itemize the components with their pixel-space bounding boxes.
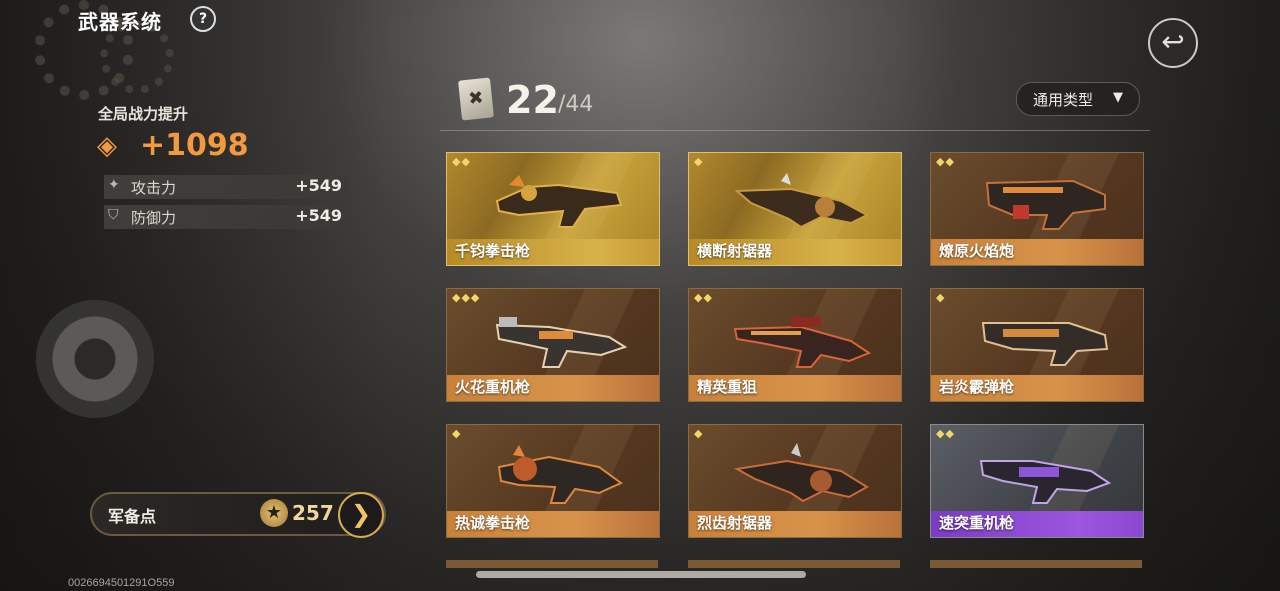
type-filter-dropdown[interactable]: 通用类型 ▼	[1016, 82, 1140, 116]
weapon-card[interactable]: ◆◆◆ 火花重机枪	[446, 288, 660, 402]
star-rating: ◆◆	[936, 155, 955, 168]
weapon-image	[985, 179, 1106, 230]
weapon-image	[979, 460, 1112, 504]
reserve-open-button[interactable]: ❯	[338, 492, 384, 538]
weapon-image	[981, 322, 1109, 366]
weapon-image	[497, 445, 623, 504]
weapon-card[interactable]: ◆◆ 速突重机枪	[930, 424, 1144, 538]
back-button[interactable]: ↩	[1148, 18, 1198, 68]
help-button[interactable]: ?	[190, 6, 216, 32]
header: 武器系统 ?	[0, 0, 300, 40]
attack-label: 攻击力	[131, 179, 177, 197]
weapon-name: 岩炎霰弹枪	[939, 378, 1015, 396]
weapon-image	[734, 173, 870, 229]
star-rating: ◆◆	[936, 427, 955, 440]
gun-icon: ✦	[108, 177, 120, 193]
reserve-points-panel: 军备点 ★ 257 ❯	[90, 492, 386, 538]
page-title: 武器系统	[78, 10, 162, 34]
attack-stat-row: ✦ 攻击力 +549	[104, 175, 350, 199]
weapon-card[interactable]: ◆◆ 千钧拳击枪	[446, 152, 660, 266]
power-emblem-icon: ◈	[97, 131, 117, 161]
filter-label: 通用类型	[1033, 91, 1094, 109]
weapon-card-icon: ✖	[457, 77, 495, 121]
weapon-card[interactable]: ◆ 热诚拳击枪	[446, 424, 660, 538]
global-boost-label: 全局战力提升	[98, 105, 189, 123]
weapon-card[interactable]: ◆ 岩炎霰弹枪	[930, 288, 1144, 402]
shield-icon: ⛉	[108, 207, 119, 223]
weapon-card-partial	[688, 560, 900, 568]
star-rating: ◆	[694, 427, 704, 440]
weapon-grid: ◆◆ 千钧拳击枪 ◆ 横断射锯器 ◆◆ 燎原火焰炮 ◆◆◆ 火花重机枪 ◆◆ 精…	[446, 152, 1146, 582]
star-rating: ◆◆◆	[452, 291, 481, 304]
weapon-name: 热诚拳击枪	[455, 514, 531, 532]
weapon-card[interactable]: ◆ 烈齿射锯器	[688, 424, 902, 538]
defense-label: 防御力	[131, 209, 177, 227]
weapon-image	[495, 317, 628, 368]
weapon-image	[495, 175, 623, 228]
scrollbar[interactable]	[476, 571, 806, 578]
star-rating: ◆	[936, 291, 946, 304]
weapon-card[interactable]: ◆ 横断射锯器	[688, 152, 902, 266]
divider	[440, 130, 1150, 131]
weapon-image	[733, 317, 871, 368]
weapon-name: 精英重狙	[697, 378, 758, 396]
weapon-name: 烈齿射锯器	[697, 514, 773, 532]
weapon-name: 速突重机枪	[939, 514, 1015, 532]
weapon-card[interactable]: ◆◆ 燎原火焰炮	[930, 152, 1144, 266]
star-coin-icon: ★	[260, 499, 288, 527]
weapon-card-partial	[930, 560, 1142, 568]
dropdown-arrow-icon: ▼	[1113, 90, 1123, 105]
star-rating: ◆	[694, 155, 704, 168]
defense-stat-row: ⛉ 防御力 +549	[104, 205, 350, 229]
attack-value: +549	[295, 176, 342, 195]
star-rating: ◆◆	[452, 155, 471, 168]
weapon-name: 燎原火焰炮	[939, 242, 1015, 260]
reserve-value: 257	[292, 501, 334, 525]
star-rating: ◆◆	[694, 291, 713, 304]
collected-count: 22	[506, 78, 559, 122]
return-arrow-icon: ↩	[1161, 25, 1185, 58]
user-id: 0026694501291O559	[68, 577, 175, 589]
weapon-card-partial	[446, 560, 658, 568]
weapon-name: 横断射锯器	[697, 242, 773, 260]
weapon-image	[733, 443, 869, 503]
weapon-card[interactable]: ◆◆ 精英重狙	[688, 288, 902, 402]
global-boost-value: +1098	[140, 128, 249, 163]
defense-value: +549	[295, 206, 342, 225]
total-count: /44	[558, 92, 594, 117]
star-rating: ◆	[452, 427, 462, 440]
large-gear-icon	[36, 300, 154, 418]
weapon-name: 千钧拳击枪	[455, 242, 531, 260]
reserve-label: 军备点	[108, 507, 157, 526]
weapon-name: 火花重机枪	[455, 378, 531, 396]
